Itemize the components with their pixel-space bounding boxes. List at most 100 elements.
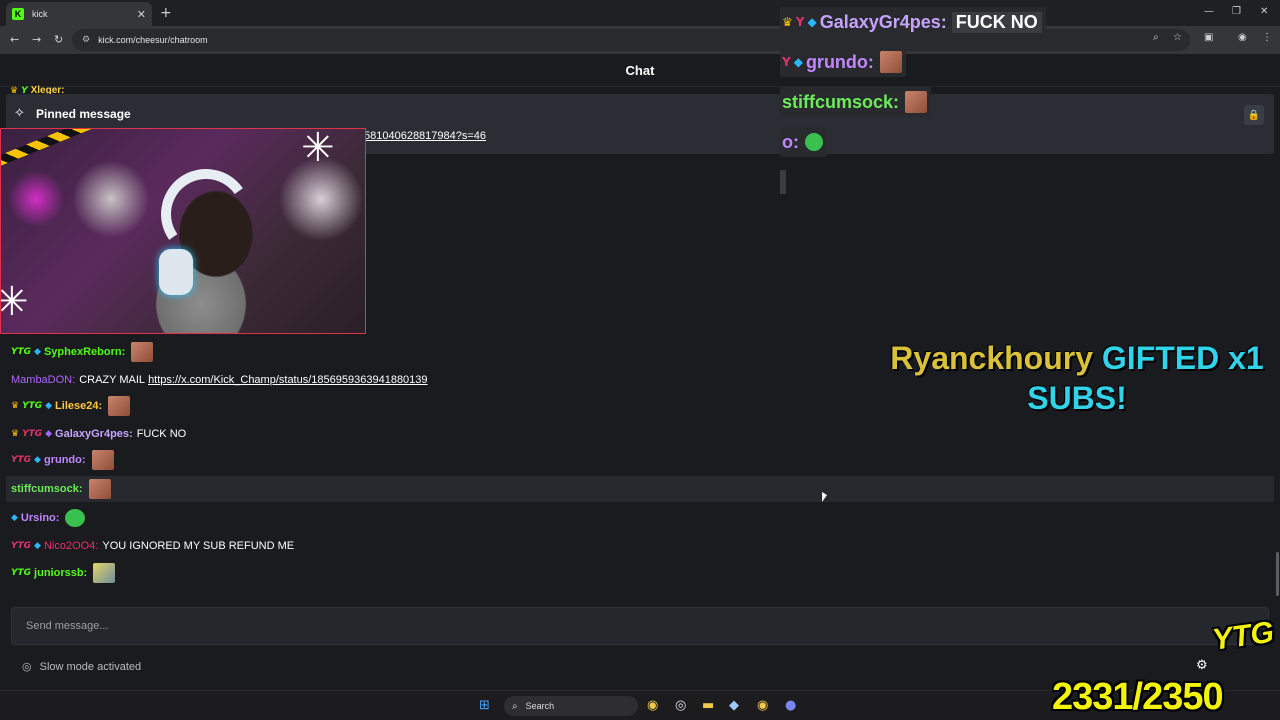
sidepanel-icon[interactable]: ▣ [1204, 32, 1213, 43]
site-info-icon[interactable]: ⚙ [82, 35, 90, 45]
url-text: kick.com/cheesur/chatroom [98, 35, 208, 45]
crown-badge-icon: ♛ [11, 401, 20, 411]
search-icon: ⌕ [512, 700, 518, 712]
overlay-text: FUCK NO [951, 11, 1042, 33]
yellow-emote-icon [93, 563, 116, 583]
crown-badge-icon: ♛ [11, 429, 20, 439]
ytg-badge-icon: YTG [11, 568, 32, 578]
chrome-active-icon[interactable]: ◉ [757, 698, 768, 713]
message-user[interactable]: stiffcumsock: [11, 483, 83, 495]
ytg-badge-icon: Y [795, 15, 805, 29]
chat-settings-gear-icon[interactable]: ⚙ [1196, 658, 1208, 673]
windows-start-icon[interactable]: ⊞ [479, 698, 490, 713]
pinned-title: Pinned message [36, 107, 131, 121]
chat-message: MambaDON: CRAZY MAIL https://x.com/Kick_… [11, 367, 428, 393]
new-tab-icon[interactable]: + [160, 5, 172, 21]
ytg-badge-icon: YTG [11, 455, 32, 465]
slow-mode-indicator: ◎ Slow mode activated [22, 660, 141, 673]
chat-message: YTG juniorssb: [11, 560, 116, 586]
spiderweb-icon: ✳ [301, 128, 335, 171]
message-user[interactable]: Ursino: [21, 512, 60, 524]
bookmark-star-icon[interactable]: ☆ [1173, 32, 1182, 43]
overlay-chat-row: stiffcumsock: [780, 87, 932, 117]
face-emote-icon [91, 450, 114, 470]
taskbar-search[interactable]: ⌕ Search [504, 696, 638, 716]
chrome-alt-icon[interactable]: ◎ [675, 698, 686, 713]
message-text: CRAZY MAIL [79, 374, 145, 386]
mouse-cursor-icon [822, 492, 827, 502]
file-explorer-icon[interactable]: ▬ [702, 698, 714, 713]
overlay-chat-row: Y ◆ grundo: [780, 47, 906, 77]
chat-message: YTG ◆ grundo: [11, 447, 114, 473]
gift-subs: SUBS! [1027, 380, 1127, 416]
discord-icon[interactable]: ● [785, 698, 796, 713]
browser-toolbar: ← → ↻ ⚙ kick.com/cheesur/chatroom ⌕ ☆ ▣ … [0, 26, 1280, 54]
green-emote-icon [65, 509, 86, 527]
maximize-icon[interactable]: ❐ [1232, 6, 1241, 17]
cube-badge-icon: ◆ [807, 15, 817, 29]
chat-input-box[interactable] [11, 607, 1269, 645]
cube-badge-icon: ◆ [45, 429, 53, 439]
close-window-icon[interactable]: ✕ [1260, 6, 1268, 17]
message-user[interactable]: Lilese24: [55, 400, 102, 412]
chat-scrollbar[interactable] [1276, 552, 1279, 596]
ytg-badge-icon: YTG [22, 429, 43, 439]
overlay-user: grundo: [805, 51, 874, 72]
tab-title: kick [32, 9, 48, 19]
cube-badge-icon: ◆ [34, 455, 41, 465]
gift-sub-alert: Ryanckhoury GIFTED x1 SUBS! [862, 338, 1280, 418]
chrome-icon[interactable]: ◉ [647, 698, 658, 713]
face-emote-icon [88, 479, 111, 499]
snail-icon: ◎ [22, 660, 32, 673]
message-user[interactable]: MambaDON: [11, 374, 75, 386]
green-emote-icon [805, 133, 823, 151]
overlay-chat-row: ♛ Y ◆ GalaxyGr4pes: FUCK NO [780, 7, 1046, 37]
message-user[interactable]: SyphexReborn: [44, 346, 125, 358]
pinned-link[interactable]: 581040628817984?s=46 [364, 130, 486, 142]
face-emote-icon [879, 51, 902, 73]
lock-icon[interactable]: 🔒 [1244, 105, 1264, 125]
ytg-logo: YTG [1210, 615, 1276, 657]
browser-tabbar: K kick ✕ + — ❐ ✕ [0, 0, 1280, 26]
message-user[interactable]: juniorssb: [34, 567, 87, 579]
close-tab-icon[interactable]: ✕ [137, 8, 146, 21]
chat-message: YTG ◆ Nico2OO4: YOU IGNORED MY SUB REFUN… [11, 533, 294, 559]
back-icon[interactable]: ← [10, 33, 19, 46]
gift-amount: GIFTED x1 [1101, 340, 1264, 376]
sub-goal-counter: 2331/2350 [1052, 676, 1224, 718]
taskbar-search-label: Search [525, 701, 555, 711]
face-emote-icon [108, 396, 131, 416]
ytg-badge-icon: Y [782, 55, 791, 69]
gift-user: Ryanckhoury [890, 340, 1094, 376]
message-user[interactable]: grundo: [44, 454, 86, 466]
steam-icon[interactable]: ◆ [729, 698, 739, 713]
message-user[interactable]: Nico2OO4: [44, 540, 98, 552]
overlay-user: o: [782, 131, 799, 152]
reload-icon[interactable]: ↻ [54, 33, 63, 46]
message-text: FUCK NO [136, 428, 187, 440]
forward-icon[interactable]: → [32, 33, 41, 46]
ytg-badge-icon: YTG [22, 401, 43, 411]
message-link[interactable]: https://x.com/Kick_Champ/status/18569593… [148, 374, 427, 386]
chat-message: ♛ YTG ◆ GalaxyGr4pes: FUCK NO [11, 421, 186, 447]
ytg-badge-icon: YTG [11, 347, 32, 357]
overlay-user: GalaxyGr4pes: [819, 11, 947, 32]
chat-message-highlighted: stiffcumsock: [6, 476, 1274, 502]
browser-tab[interactable]: K kick ✕ [6, 2, 152, 26]
crown-badge-icon: ♛ [782, 15, 793, 29]
overlay-chat-row: o: [780, 127, 827, 157]
chat-header: Chat [0, 54, 1280, 87]
cube-badge-icon: ◆ [793, 55, 803, 69]
profile-icon[interactable]: ◉ [1238, 32, 1247, 43]
zoom-icon[interactable]: ⌕ [1153, 32, 1159, 43]
cube-badge-icon: ◆ [34, 541, 41, 551]
send-message-input[interactable] [12, 608, 1268, 644]
message-user[interactable]: GalaxyGr4pes: [55, 428, 133, 440]
minimize-icon[interactable]: — [1204, 6, 1214, 17]
slow-mode-text: Slow mode activated [39, 660, 142, 673]
caution-tape-decoration [1, 129, 109, 168]
face-emote-icon [905, 91, 928, 113]
menu-icon[interactable]: ⋮ [1262, 32, 1272, 43]
cube-badge-icon: ◆ [11, 513, 18, 523]
ytg-badge-icon: YTG [11, 541, 32, 551]
